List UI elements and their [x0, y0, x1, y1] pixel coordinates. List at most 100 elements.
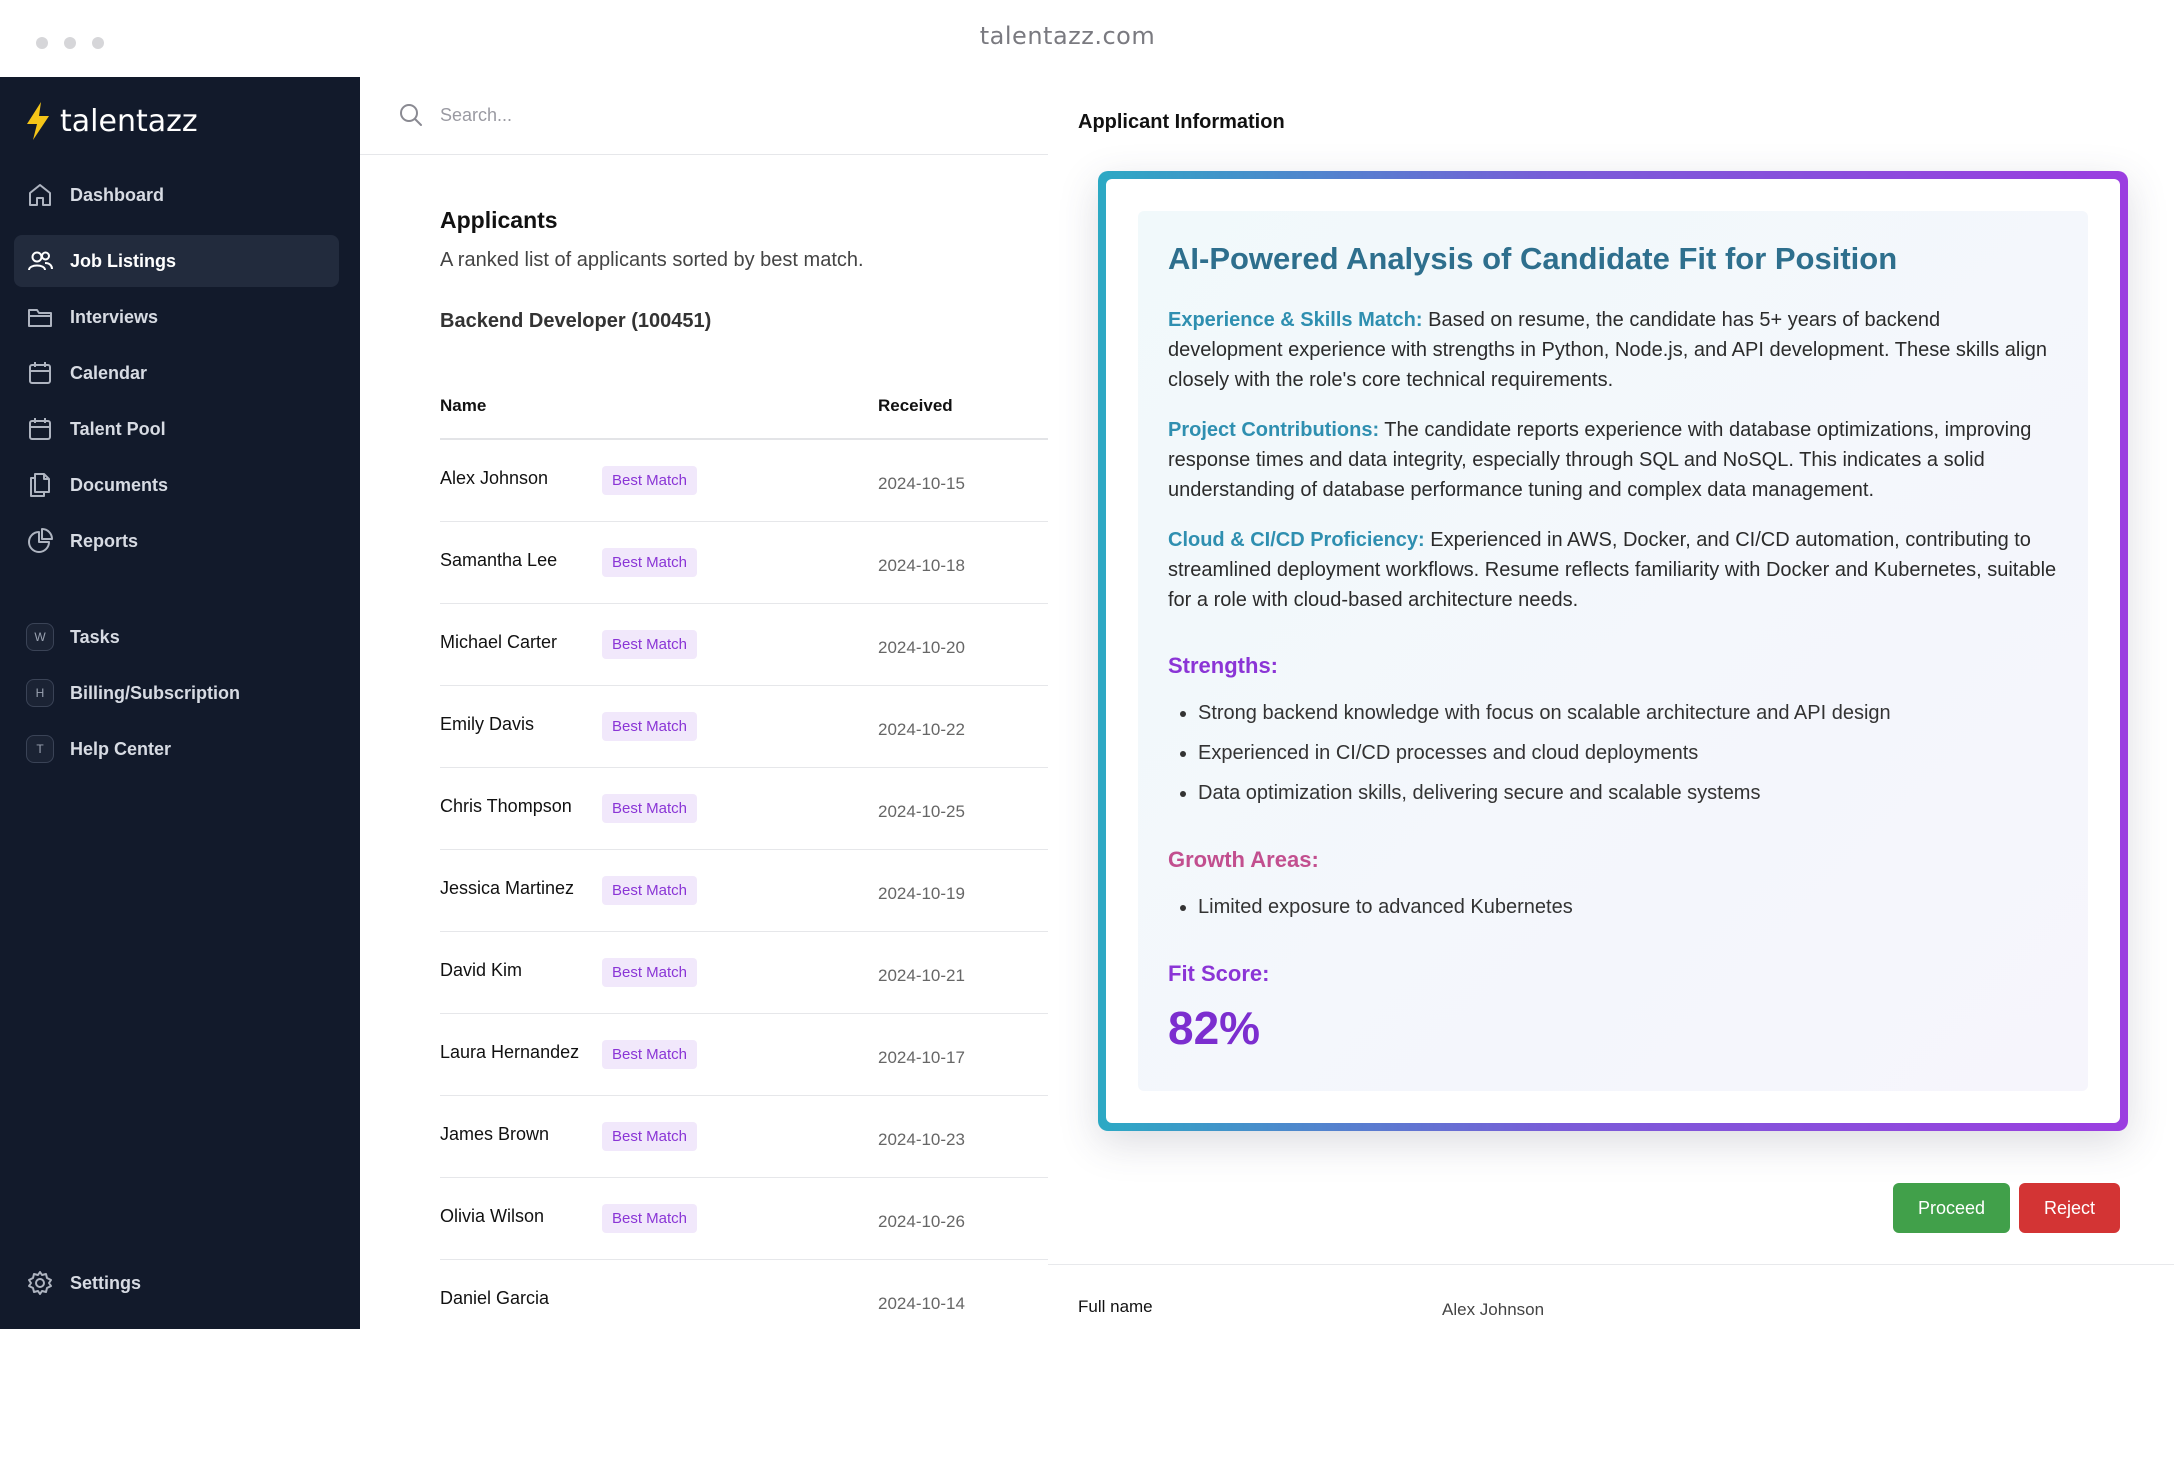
- applicant-name[interactable]: Daniel Garcia: [440, 1288, 549, 1309]
- home-icon: [29, 184, 51, 206]
- applicant-name[interactable]: Laura Hernandez: [440, 1042, 579, 1063]
- table-row[interactable]: Jessica Martinez Best Match 2024-10-19: [440, 850, 1048, 932]
- search-input[interactable]: [440, 99, 840, 131]
- sidebar-item-job-listings[interactable]: Job Listings: [14, 235, 339, 287]
- fit-score-heading: Fit Score:: [1168, 961, 1270, 986]
- sidebar-item-label: Dashboard: [70, 184, 165, 205]
- gear-icon: [28, 1271, 52, 1295]
- received-date: 2024-10-26: [878, 1212, 965, 1231]
- sidebar-item-interviews[interactable]: Interviews: [14, 291, 339, 343]
- applicant-name[interactable]: Alex Johnson: [440, 468, 548, 489]
- table-row[interactable]: Chris Thompson Best Match 2024-10-25: [440, 768, 1048, 850]
- strengths-heading: Strengths:: [1168, 653, 1278, 678]
- best-match-badge: Best Match: [602, 1122, 698, 1151]
- sidebar-item-label: Job Listings: [70, 250, 177, 271]
- best-match-badge: Best Match: [602, 630, 698, 659]
- table-row[interactable]: Laura Hernandez Best Match 2024-10-17: [440, 1014, 1048, 1096]
- table-row[interactable]: Alex Johnson Best Match 2024-10-15: [440, 440, 1048, 522]
- window-bottom: [0, 1329, 2174, 1464]
- table-row[interactable]: Daniel Garcia 2024-10-14: [440, 1260, 1048, 1329]
- table-row[interactable]: Emily Davis Best Match 2024-10-22: [440, 686, 1048, 768]
- proceed-button[interactable]: Proceed: [1893, 1183, 2010, 1233]
- reject-button[interactable]: Reject: [2019, 1183, 2120, 1233]
- applicant-name[interactable]: James Brown: [440, 1124, 549, 1145]
- documents-icon: [30, 473, 50, 497]
- sidebar-item-label: Billing/Subscription: [70, 682, 240, 703]
- applicant-name[interactable]: Michael Carter: [440, 632, 557, 653]
- applicant-name[interactable]: Samantha Lee: [440, 550, 557, 571]
- folder-icon: [28, 309, 52, 327]
- strengths-list: Strong backend knowledge with focus on s…: [1168, 693, 2058, 813]
- applicant-name[interactable]: Olivia Wilson: [440, 1206, 544, 1227]
- sidebar: talentazz Dashboard Job Listings Intervi…: [0, 77, 360, 1329]
- sidebar-item-dashboard[interactable]: Dashboard: [14, 169, 339, 221]
- best-match-badge: Best Match: [602, 1204, 698, 1233]
- applicant-panel: Applicant Information AI-Powered Analysi…: [1048, 77, 2174, 1329]
- analysis-key: Project Contributions:: [1168, 419, 1380, 441]
- received-date: 2024-10-25: [878, 802, 965, 821]
- best-match-badge: Best Match: [602, 466, 698, 495]
- sidebar-item-label: Calendar: [70, 362, 148, 383]
- received-date: 2024-10-15: [878, 474, 965, 493]
- sidebar-item-label: Settings: [70, 1272, 142, 1293]
- received-date: 2024-10-18: [878, 556, 965, 575]
- received-date: 2024-10-14: [878, 1294, 965, 1313]
- best-match-badge: Best Match: [602, 794, 698, 823]
- browser-url: talentazz.com: [979, 22, 1156, 50]
- applicant-name[interactable]: Jessica Martinez: [440, 878, 574, 899]
- best-match-badge: Best Match: [602, 1040, 698, 1069]
- brand-name: talentazz: [60, 103, 198, 139]
- table-row[interactable]: Michael Carter Best Match 2024-10-20: [440, 604, 1048, 686]
- pie-chart-icon: [28, 528, 53, 553]
- applicant-name[interactable]: Chris Thompson: [440, 796, 572, 817]
- column-header-received[interactable]: Received: [878, 396, 953, 416]
- applicants-main: Applicants A ranked list of applicants s…: [360, 77, 1048, 1329]
- search-icon: [400, 104, 422, 126]
- lightning-icon: [27, 102, 49, 140]
- billing-badge: H: [26, 679, 54, 707]
- table-row[interactable]: David Kim Best Match 2024-10-21: [440, 932, 1048, 1014]
- best-match-badge: Best Match: [602, 712, 698, 741]
- sidebar-item-settings[interactable]: Settings: [14, 1257, 339, 1309]
- received-date: 2024-10-22: [878, 720, 965, 739]
- sidebar-item-help-center[interactable]: T Help Center: [14, 723, 339, 775]
- table-row[interactable]: James Brown Best Match 2024-10-23: [440, 1096, 1048, 1178]
- help-center-badge: T: [26, 735, 54, 763]
- growth-list: Limited exposure to advanced Kubernetes: [1168, 887, 2058, 927]
- users-icon: [28, 251, 53, 271]
- analysis-title: AI-Powered Analysis of Candidate Fit for…: [1168, 241, 1898, 276]
- brand-logo[interactable]: talentazz: [24, 95, 198, 147]
- sidebar-item-tasks[interactable]: W Tasks: [14, 611, 339, 663]
- best-match-badge: Best Match: [602, 958, 698, 987]
- calendar-icon: [29, 418, 51, 440]
- sidebar-item-reports[interactable]: Reports: [14, 515, 339, 567]
- sidebar-item-talent-pool[interactable]: Talent Pool: [14, 403, 339, 455]
- table-row[interactable]: Olivia Wilson Best Match 2024-10-26: [440, 1178, 1048, 1260]
- tasks-badge: W: [26, 623, 54, 651]
- browser-titlebar: talentazz.com: [0, 0, 2174, 77]
- panel-title: Applicant Information: [1078, 111, 1285, 133]
- sidebar-item-calendar[interactable]: Calendar: [14, 347, 339, 399]
- analysis-key: Experience & Skills Match:: [1168, 309, 1423, 331]
- applicant-name[interactable]: Emily Davis: [440, 714, 534, 735]
- full-name-value: Alex Johnson: [1442, 1300, 1545, 1319]
- best-match-badge: Best Match: [602, 876, 698, 905]
- analysis-content: AI-Powered Analysis of Candidate Fit for…: [1138, 211, 2088, 1091]
- sidebar-item-label: Help Center: [70, 738, 172, 759]
- page-subtitle: A ranked list of applicants sorted by be…: [440, 249, 864, 271]
- job-title: Backend Developer (100451): [440, 310, 712, 332]
- received-date: 2024-10-20: [878, 638, 965, 657]
- table-row[interactable]: Samantha Lee Best Match 2024-10-18: [440, 522, 1048, 604]
- sidebar-item-billing[interactable]: H Billing/Subscription: [14, 667, 339, 719]
- browser-window: talentazz.com talentazz Dashboard Job Li…: [0, 0, 2174, 1464]
- sidebar-item-label: Interviews: [70, 306, 159, 327]
- sidebar-item-documents[interactable]: Documents: [14, 459, 339, 511]
- sidebar-item-label: Tasks: [70, 626, 120, 647]
- analysis-key: Cloud & CI/CD Proficiency:: [1168, 529, 1425, 551]
- column-header-name[interactable]: Name: [440, 396, 486, 416]
- applicant-name[interactable]: David Kim: [440, 960, 522, 981]
- received-date: 2024-10-23: [878, 1130, 965, 1149]
- full-name-label: Full name: [1078, 1297, 1153, 1316]
- best-match-badge: Best Match: [602, 548, 698, 577]
- sidebar-item-label: Reports: [70, 530, 139, 551]
